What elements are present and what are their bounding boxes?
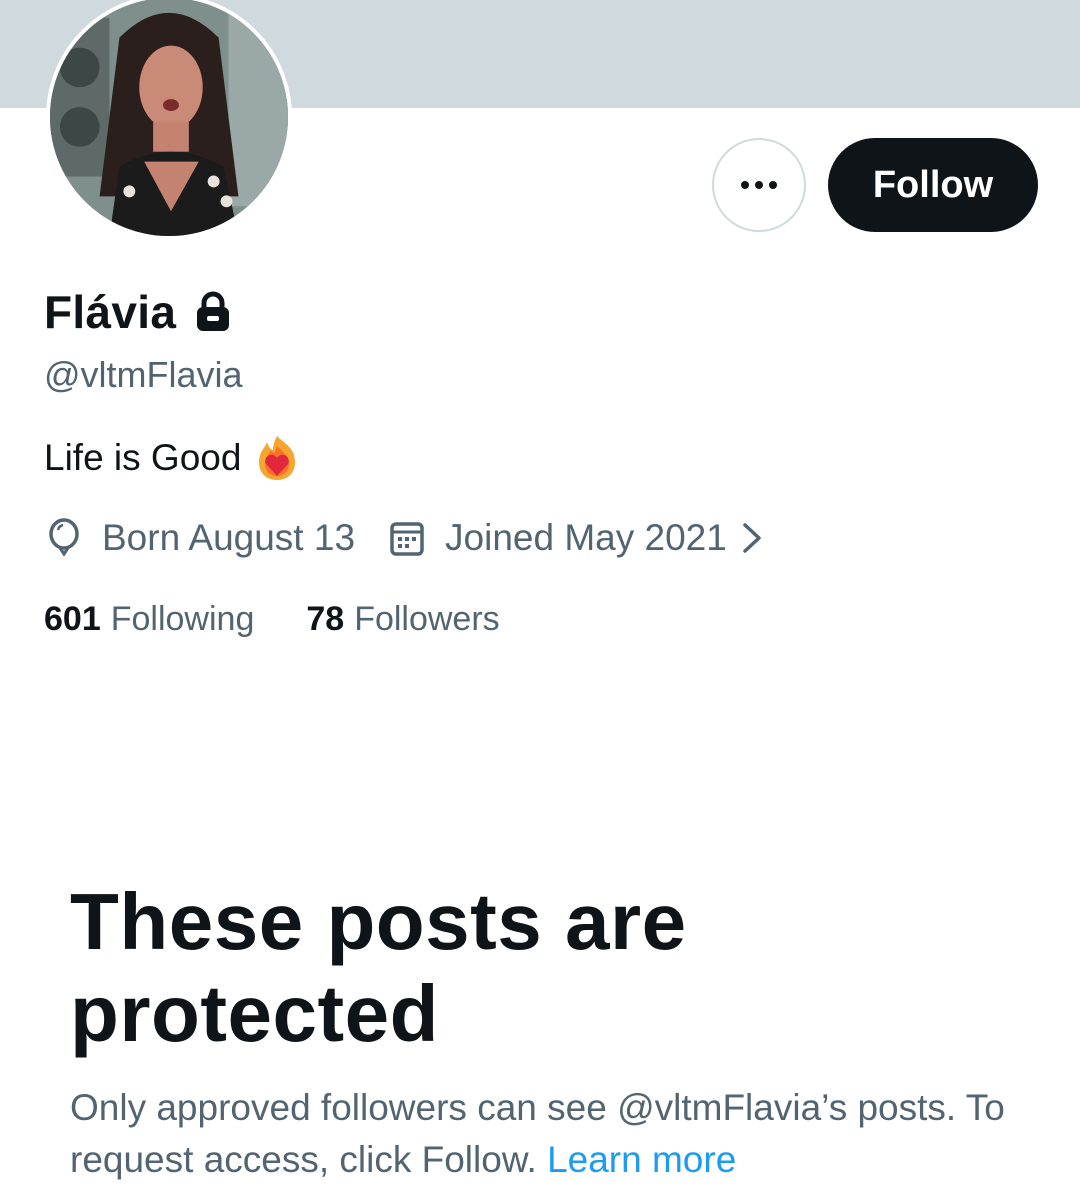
following-count: 601 bbox=[44, 599, 101, 638]
protected-description-text: Only approved followers can see @vltmFla… bbox=[70, 1087, 1005, 1180]
followers-count: 78 bbox=[306, 599, 345, 638]
following-link[interactable]: 601 Following bbox=[44, 600, 254, 639]
bio-text: Life is Good bbox=[44, 437, 242, 478]
profile-meta: Born August 13 Joined May 2021 bbox=[46, 514, 767, 562]
protected-title: These posts are protected bbox=[70, 877, 687, 1058]
profile-name-row: Flávia bbox=[44, 282, 232, 342]
profile-handle: @vltmFlavia bbox=[44, 354, 243, 395]
birthday-text: Born August 13 bbox=[102, 517, 356, 558]
joined-text: Joined May 2021 bbox=[445, 517, 727, 558]
profile-avatar[interactable] bbox=[46, 0, 292, 240]
following-label: Following bbox=[110, 599, 255, 638]
birthday-item: Born August 13 bbox=[46, 517, 355, 559]
more-options-button[interactable] bbox=[712, 138, 806, 232]
chevron-right-icon bbox=[743, 523, 761, 553]
protected-description: Only approved followers can see @vltmFla… bbox=[70, 1082, 1050, 1186]
balloon-icon bbox=[49, 518, 79, 557]
follow-button[interactable]: Follow bbox=[828, 138, 1038, 232]
lock-icon bbox=[197, 291, 230, 331]
profile-stats: 601 Following 78 Followers bbox=[44, 596, 500, 642]
joined-item[interactable]: Joined May 2021 bbox=[389, 517, 767, 559]
heart-on-fire-icon bbox=[259, 436, 296, 480]
followers-label: Followers bbox=[354, 599, 500, 638]
profile-bio: Life is Good bbox=[44, 434, 299, 482]
display-name: Flávia bbox=[44, 286, 177, 338]
calendar-icon bbox=[390, 522, 424, 556]
learn-more-link[interactable]: Learn more bbox=[547, 1139, 736, 1180]
more-icon bbox=[741, 181, 777, 189]
followers-link[interactable]: 78 Followers bbox=[306, 600, 499, 639]
avatar-image bbox=[50, 0, 288, 236]
